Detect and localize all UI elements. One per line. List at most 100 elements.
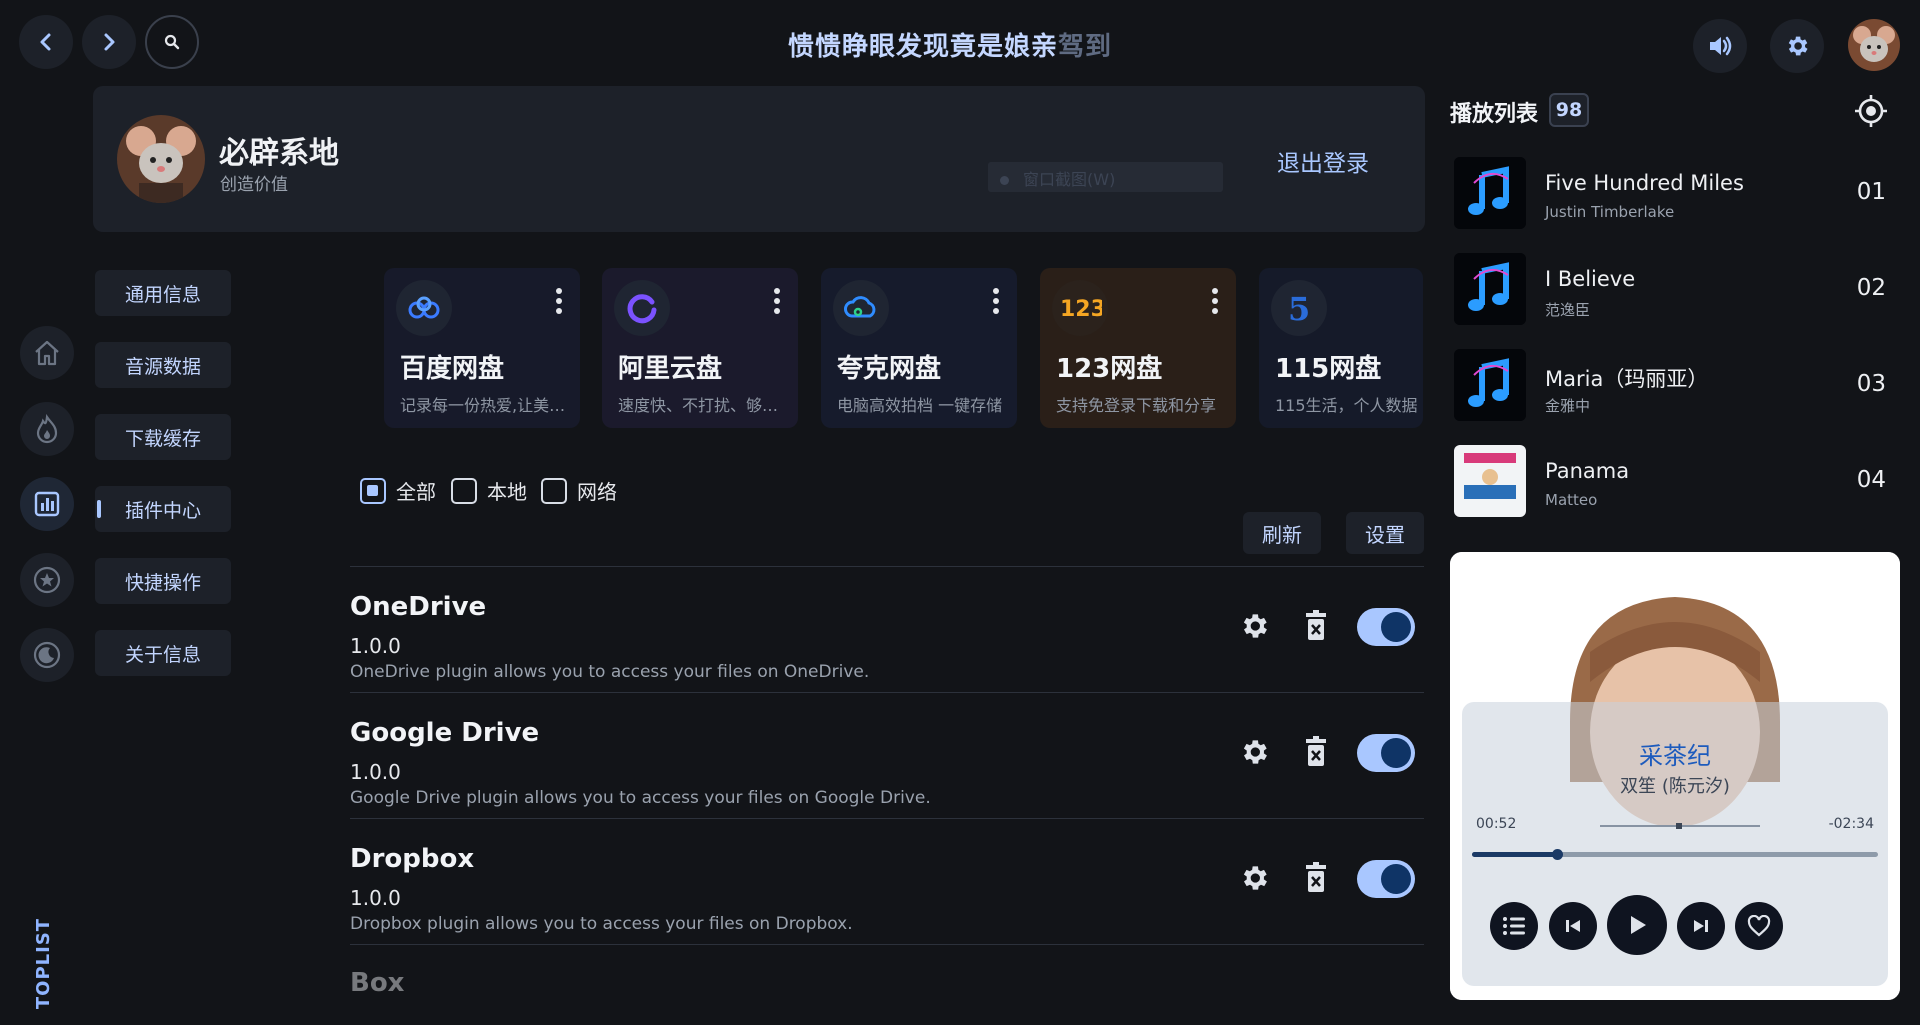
toplist-nav[interactable]: TOPLIST [12, 915, 82, 1015]
skip-previous-icon [1566, 920, 1580, 932]
playlist-track[interactable]: I Believe 范逸臣 02 [1452, 253, 1898, 333]
gear-icon[interactable] [1238, 862, 1270, 894]
progress-fill [1472, 852, 1558, 857]
plugin-settings-button[interactable]: 设置 [1346, 512, 1424, 554]
favorites-button[interactable] [20, 553, 74, 607]
forward-button[interactable] [82, 15, 136, 69]
svg-text:123: 123 [1060, 297, 1102, 322]
plugin-toggle[interactable] [1357, 734, 1415, 772]
plugin-row-dropbox: Dropbox 1.0.0 Dropbox plugin allows you … [350, 820, 1424, 946]
plugin-card-123[interactable]: 123 123网盘 支持免登录下载和分享 [1040, 268, 1236, 428]
trash-icon[interactable] [1302, 736, 1330, 768]
album-art-icon [1454, 445, 1526, 517]
back-button[interactable] [19, 15, 73, 69]
refresh-button[interactable]: 刷新 [1243, 512, 1321, 554]
filter-all[interactable]: 全部 [360, 476, 436, 505]
playlist-count-badge: 98 [1549, 93, 1589, 127]
like-button[interactable] [1735, 902, 1783, 950]
more-icon[interactable] [1212, 288, 1220, 318]
divider [350, 944, 1424, 945]
bar-chart-icon [34, 491, 60, 517]
track-index: 02 [1856, 275, 1886, 301]
track-name: Panama [1545, 459, 1630, 483]
time-current: 00:52 [1476, 816, 1517, 832]
playlist-button[interactable] [1490, 902, 1538, 950]
logout-button[interactable]: 退出登录 [1277, 144, 1369, 178]
player-controls-panel: 采茶纪 双笙 (陈元汐) 00:52 -02:34 [1462, 702, 1888, 986]
hot-button[interactable] [20, 402, 74, 456]
track-artist: 范逸臣 [1545, 301, 1591, 319]
gear-icon[interactable] [1238, 610, 1270, 642]
mouse-avatar-icon [1848, 19, 1900, 71]
plugin-card-aliyun[interactable]: 阿里云盘 速度快、不打扰、够安全 [602, 268, 798, 428]
plugin-desc: Google Drive plugin allows you to access… [350, 788, 931, 808]
play-button[interactable] [1607, 895, 1667, 955]
plugin-name: Dropbox [350, 844, 475, 874]
track-name: Maria（玛丽亚） [1545, 367, 1709, 391]
playlist-track[interactable]: Five Hundred Miles Justin Timberlake 01 [1452, 157, 1898, 237]
previous-button[interactable] [1549, 902, 1597, 950]
list-icon [1503, 917, 1525, 935]
filter-network[interactable]: 网络 [541, 476, 617, 505]
menu-item-shortcuts[interactable]: 快捷操作 [95, 558, 231, 604]
more-icon[interactable] [774, 288, 782, 318]
gear-icon[interactable] [1238, 736, 1270, 768]
chart-button[interactable] [20, 477, 74, 531]
plugin-version: 1.0.0 [350, 886, 401, 910]
play-icon [1631, 916, 1646, 934]
playlist-track[interactable]: Maria（玛丽亚） 金雅中 03 [1452, 349, 1898, 429]
plugin-toggle[interactable] [1357, 608, 1415, 646]
plugin-name: Google Drive [350, 718, 540, 748]
menu-item-plugins[interactable]: 插件中心 [95, 486, 231, 532]
quark-pan-icon [833, 280, 889, 336]
time-remaining: -02:34 [1828, 816, 1874, 832]
skip-next-icon [1694, 920, 1708, 932]
settings-button[interactable] [1770, 19, 1824, 73]
filter-local-label: 本地 [487, 480, 527, 504]
plugin-card-desc: 电脑高效拍档 一键存储 [837, 396, 1003, 415]
playlist-track[interactable]: Panama Matteo 04 [1452, 445, 1898, 525]
svg-text:5: 5 [1288, 290, 1310, 326]
search-button[interactable] [145, 15, 199, 69]
music-note-icon [1454, 349, 1526, 421]
track-artist: Justin Timberlake [1545, 203, 1675, 221]
menu-item-general[interactable]: 通用信息 [95, 270, 231, 316]
menu-item-download[interactable]: 下载缓存 [95, 414, 231, 460]
more-icon[interactable] [556, 288, 564, 318]
progress-knob[interactable] [1552, 849, 1564, 860]
checkbox-checked-icon [360, 477, 386, 504]
next-button[interactable] [1677, 902, 1725, 950]
track-artist: Matteo [1545, 491, 1598, 509]
track-name: I Believe [1545, 267, 1636, 291]
locate-icon[interactable] [1853, 93, 1889, 129]
filter-network-label: 网络 [577, 480, 617, 504]
plugin-card-title: 123网盘 [1056, 354, 1163, 384]
trash-icon[interactable] [1302, 610, 1330, 642]
plugin-card-baidu[interactable]: 百度网盘 记录每一份热爱,让美好永远陪伴 [384, 268, 580, 428]
pan123-icon: 123 [1052, 280, 1108, 336]
track-index: 01 [1856, 179, 1886, 205]
chevron-left-icon [40, 33, 51, 51]
volume-button[interactable] [1693, 19, 1747, 73]
trash-icon[interactable] [1302, 862, 1330, 894]
filter-local[interactable]: 本地 [451, 476, 527, 505]
user-avatar[interactable] [1848, 19, 1900, 71]
plugin-card-desc: 速度快、不打扰、够安全 [618, 396, 788, 415]
menu-item-sources[interactable]: 音源数据 [95, 342, 231, 388]
progress-slider[interactable] [1472, 849, 1878, 860]
plugin-card-title: 夸克网盘 [837, 354, 942, 384]
checkbox-icon [541, 477, 567, 504]
album-cover [1454, 157, 1526, 229]
menu-item-about[interactable]: 关于信息 [95, 630, 231, 676]
track-index: 04 [1856, 467, 1886, 493]
more-icon[interactable] [993, 288, 1001, 318]
plugin-toggle[interactable] [1357, 860, 1415, 898]
night-mode-button[interactable] [20, 628, 74, 682]
lyric-indicator [1600, 823, 1760, 829]
album-cover [1454, 349, 1526, 421]
plugin-card-quark[interactable]: 夸克网盘 电脑高效拍档 一键存储 [821, 268, 1017, 428]
search-icon [164, 34, 180, 50]
home-button[interactable] [20, 326, 74, 380]
plugin-card-115[interactable]: 5 115网盘 115生活，个人数据 [1259, 268, 1423, 428]
plugin-card-title: 阿里云盘 [618, 354, 723, 384]
